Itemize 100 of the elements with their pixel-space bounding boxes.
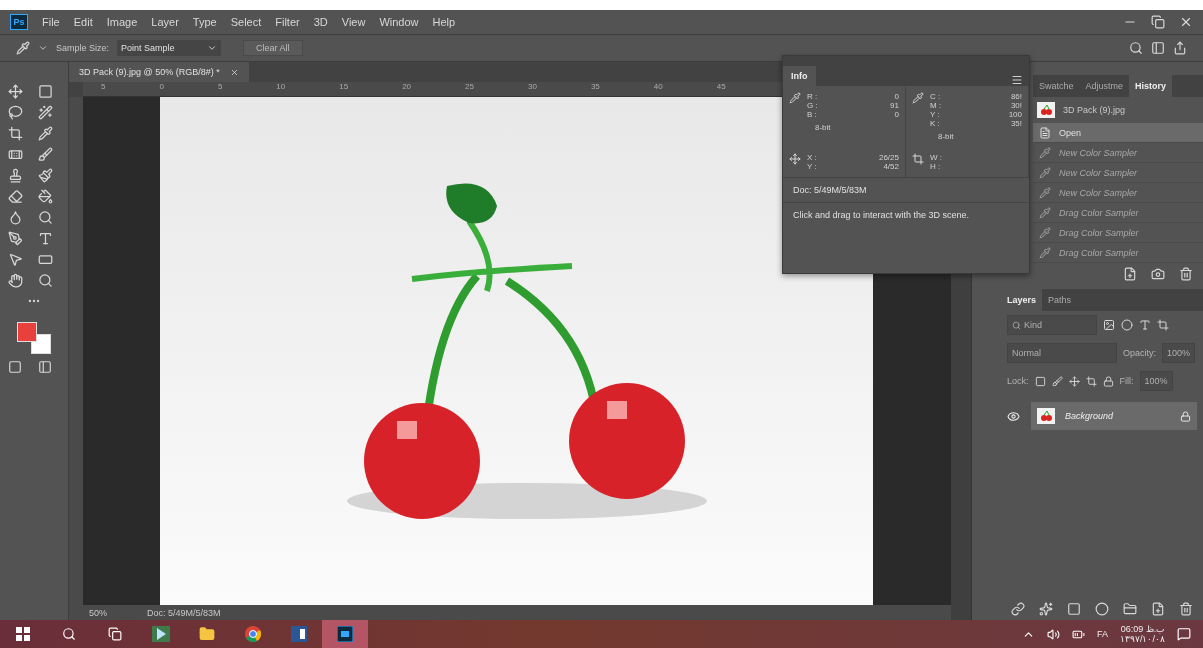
bandage-icon[interactable]: [8, 147, 23, 162]
layer-row[interactable]: Background: [1031, 402, 1197, 430]
color-sampler-icon[interactable]: [16, 41, 30, 55]
filter-field[interactable]: Kind: [1007, 315, 1097, 335]
history-label: New Color Sampler: [1059, 147, 1138, 158]
caret-icon: [207, 43, 218, 53]
taskbar-button[interactable]: [322, 620, 368, 648]
move-icon[interactable]: [8, 84, 23, 99]
droplet-icon[interactable]: [8, 210, 23, 225]
rectangle-icon[interactable]: [38, 252, 53, 267]
zoom-icon[interactable]: [38, 273, 53, 288]
adjustment-icon[interactable]: [1095, 602, 1109, 616]
new-document-icon[interactable]: [1123, 267, 1137, 281]
menu-item[interactable]: Help: [432, 16, 456, 28]
wand-icon[interactable]: [38, 105, 53, 120]
menu-item[interactable]: File: [42, 16, 60, 28]
channel-label: K :: [930, 119, 940, 128]
new-layer-icon[interactable]: [1151, 602, 1165, 616]
layer-thumbnail: [1037, 408, 1055, 424]
ruler-label: 30: [528, 82, 537, 91]
caret-icon[interactable]: [38, 43, 48, 53]
sample-size-dropdown[interactable]: Point Sample: [117, 40, 222, 56]
type-icon[interactable]: [38, 231, 53, 246]
coordinate-label: Y :: [807, 162, 817, 171]
eyedropper-icon[interactable]: [38, 126, 53, 141]
coordinate-value: 4/52: [883, 162, 899, 171]
speaker-icon[interactable]: [1046, 627, 1060, 641]
link-icon[interactable]: [1011, 602, 1025, 616]
panel-tab[interactable]: History: [1129, 75, 1173, 97]
search-icon: [1012, 320, 1021, 330]
search-icon[interactable]: [1129, 41, 1143, 55]
adjustment-filter-icon[interactable]: [1121, 319, 1133, 331]
menu-icon[interactable]: [1011, 74, 1023, 86]
color-swatches-drawing[interactable]: [15, 322, 53, 356]
history-item[interactable]: Drag Color Sampler: [1033, 243, 1203, 263]
clear-all-button[interactable]: Clear All: [243, 40, 303, 56]
trash-icon[interactable]: [1179, 267, 1193, 281]
menu-item[interactable]: Select: [230, 16, 262, 28]
history-item[interactable]: Open: [1033, 123, 1203, 143]
clock-date[interactable]: ۱۳۹۷/۱۰/۰۸: [1120, 634, 1165, 644]
share-icon[interactable]: [1173, 41, 1187, 55]
snapshot-name[interactable]: 3D Pack (9).jpg: [1063, 105, 1126, 115]
history-item[interactable]: New Color Sampler: [1033, 163, 1203, 183]
move-icon[interactable]: [1068, 375, 1080, 387]
notification-icon[interactable]: [1177, 627, 1191, 641]
image-filter-icon[interactable]: [1103, 319, 1115, 331]
document-app-icon: [291, 626, 307, 642]
menu-item[interactable]: 3D: [313, 16, 328, 28]
clock-time[interactable]: 06:09 ب.ظ: [1120, 624, 1165, 634]
history-item[interactable]: New Color Sampler: [1033, 143, 1203, 163]
menu-item[interactable]: Filter: [275, 16, 300, 28]
history-item[interactable]: Drag Color Sampler: [1033, 223, 1203, 243]
menu-item[interactable]: Edit: [73, 16, 93, 28]
pen-icon[interactable]: [8, 231, 23, 246]
menu-item[interactable]: Layer: [151, 16, 179, 28]
search-icon[interactable]: [38, 210, 53, 225]
close-icon[interactable]: [1179, 15, 1193, 29]
lock-icon[interactable]: [1102, 375, 1114, 387]
brush-icon[interactable]: [1051, 375, 1063, 387]
pointer-icon[interactable]: [8, 252, 23, 267]
trash-icon[interactable]: [1179, 602, 1193, 616]
eyedropper-icon[interactable]: [912, 92, 924, 104]
history-item[interactable]: Drag Color Sampler: [1033, 203, 1203, 223]
layer-name: Background: [1065, 411, 1114, 421]
document-tab[interactable]: 3D Pack (9).jpg @ 50% (RGB/8#) *: [69, 62, 249, 82]
opacity-field[interactable]: 100%: [1162, 343, 1196, 363]
stamp-icon[interactable]: [8, 168, 23, 183]
eyedropper-icon: [1039, 226, 1051, 239]
brush-icon[interactable]: [38, 147, 53, 162]
screen-mode-icon[interactable]: [38, 360, 52, 374]
workspace-icon[interactable]: [1151, 41, 1165, 55]
ruler-label: 0: [159, 82, 164, 91]
camera-icon[interactable]: [1151, 267, 1165, 281]
menu-item[interactable]: Type: [192, 16, 217, 28]
menu-item[interactable]: Window: [379, 16, 419, 28]
crop-icon[interactable]: [8, 126, 23, 141]
blend-mode-dropdown[interactable]: Normal: [1007, 343, 1117, 363]
restore-icon[interactable]: [1151, 15, 1165, 29]
type-filter-icon[interactable]: [1139, 319, 1151, 331]
history-item[interactable]: New Color Sampler: [1033, 183, 1203, 203]
eraser-icon[interactable]: [8, 189, 23, 204]
close-icon[interactable]: [229, 67, 239, 77]
panel-tab[interactable]: Info: [783, 66, 816, 86]
visibility-toggle[interactable]: [1007, 409, 1021, 423]
coordinate-value: 26/25: [878, 153, 899, 162]
menu-item[interactable]: View: [341, 16, 366, 28]
history-brush-icon[interactable]: [38, 168, 53, 183]
eyedropper-icon[interactable]: [789, 92, 801, 104]
effects-icon[interactable]: [1039, 602, 1053, 616]
fill-field[interactable]: 100%: [1139, 371, 1173, 391]
folder-icon[interactable]: [1123, 602, 1137, 616]
menu-item[interactable]: Image: [106, 16, 138, 28]
language-indicator[interactable]: FA: [1096, 629, 1108, 639]
hand-icon[interactable]: [8, 273, 23, 288]
app-logo[interactable]: Ps: [10, 14, 28, 30]
history-label: Open: [1059, 127, 1082, 138]
marquee-icon[interactable]: [38, 84, 53, 99]
paint-bucket-icon[interactable]: [38, 189, 53, 204]
panel-tab[interactable]: Layers: [1001, 289, 1043, 311]
lasso-icon[interactable]: [8, 105, 23, 120]
